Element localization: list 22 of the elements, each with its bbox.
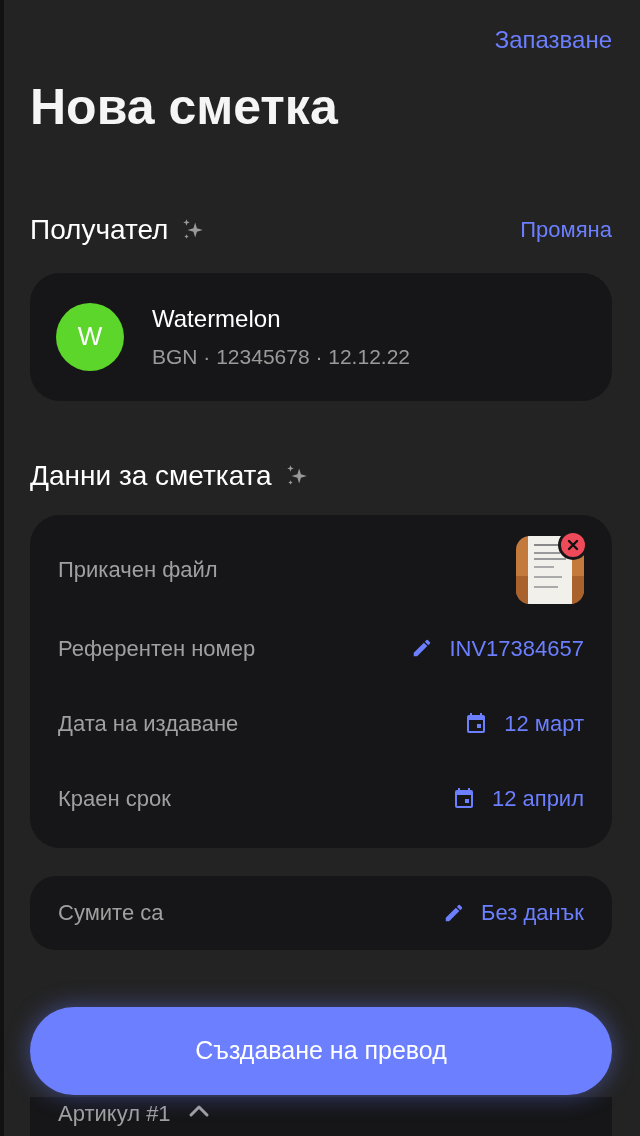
row-label: Дата на издаване [58, 709, 239, 738]
row-label: Краен срок [58, 784, 171, 813]
avatar: W [56, 302, 124, 371]
row-label: Сумите са [58, 899, 164, 927]
recipient-name: Watermelon [152, 303, 282, 334]
save-link[interactable]: Запазване [494, 22, 612, 58]
row-label: Референтен номер [58, 634, 256, 663]
close-icon [567, 538, 579, 551]
page-title: Нова сметка [30, 78, 339, 137]
create-transfer-button[interactable]: Създаване на превод [30, 1007, 612, 1095]
value-button[interactable]: Без данък [443, 896, 584, 929]
section-heading: Данни за сметката [30, 458, 272, 493]
value-button[interactable]: 12 март [464, 706, 584, 740]
value-button[interactable]: 12 април [451, 781, 584, 815]
section-heading: Получател [30, 212, 169, 247]
row-label: Прикачен файл [58, 556, 218, 584]
item-label: Артикул #1 [58, 1099, 171, 1128]
value-button[interactable]: INV17384657 [411, 631, 584, 665]
change-link[interactable]: Промяна [520, 213, 612, 246]
item-card[interactable]: Артикул #1 [30, 1096, 612, 1136]
recipient-card[interactable]: W Watermelon BGN · 12345678 · 12.12.22 [30, 272, 612, 401]
recipient-details: BGN · 12345678 · 12.12.22 [152, 343, 410, 370]
